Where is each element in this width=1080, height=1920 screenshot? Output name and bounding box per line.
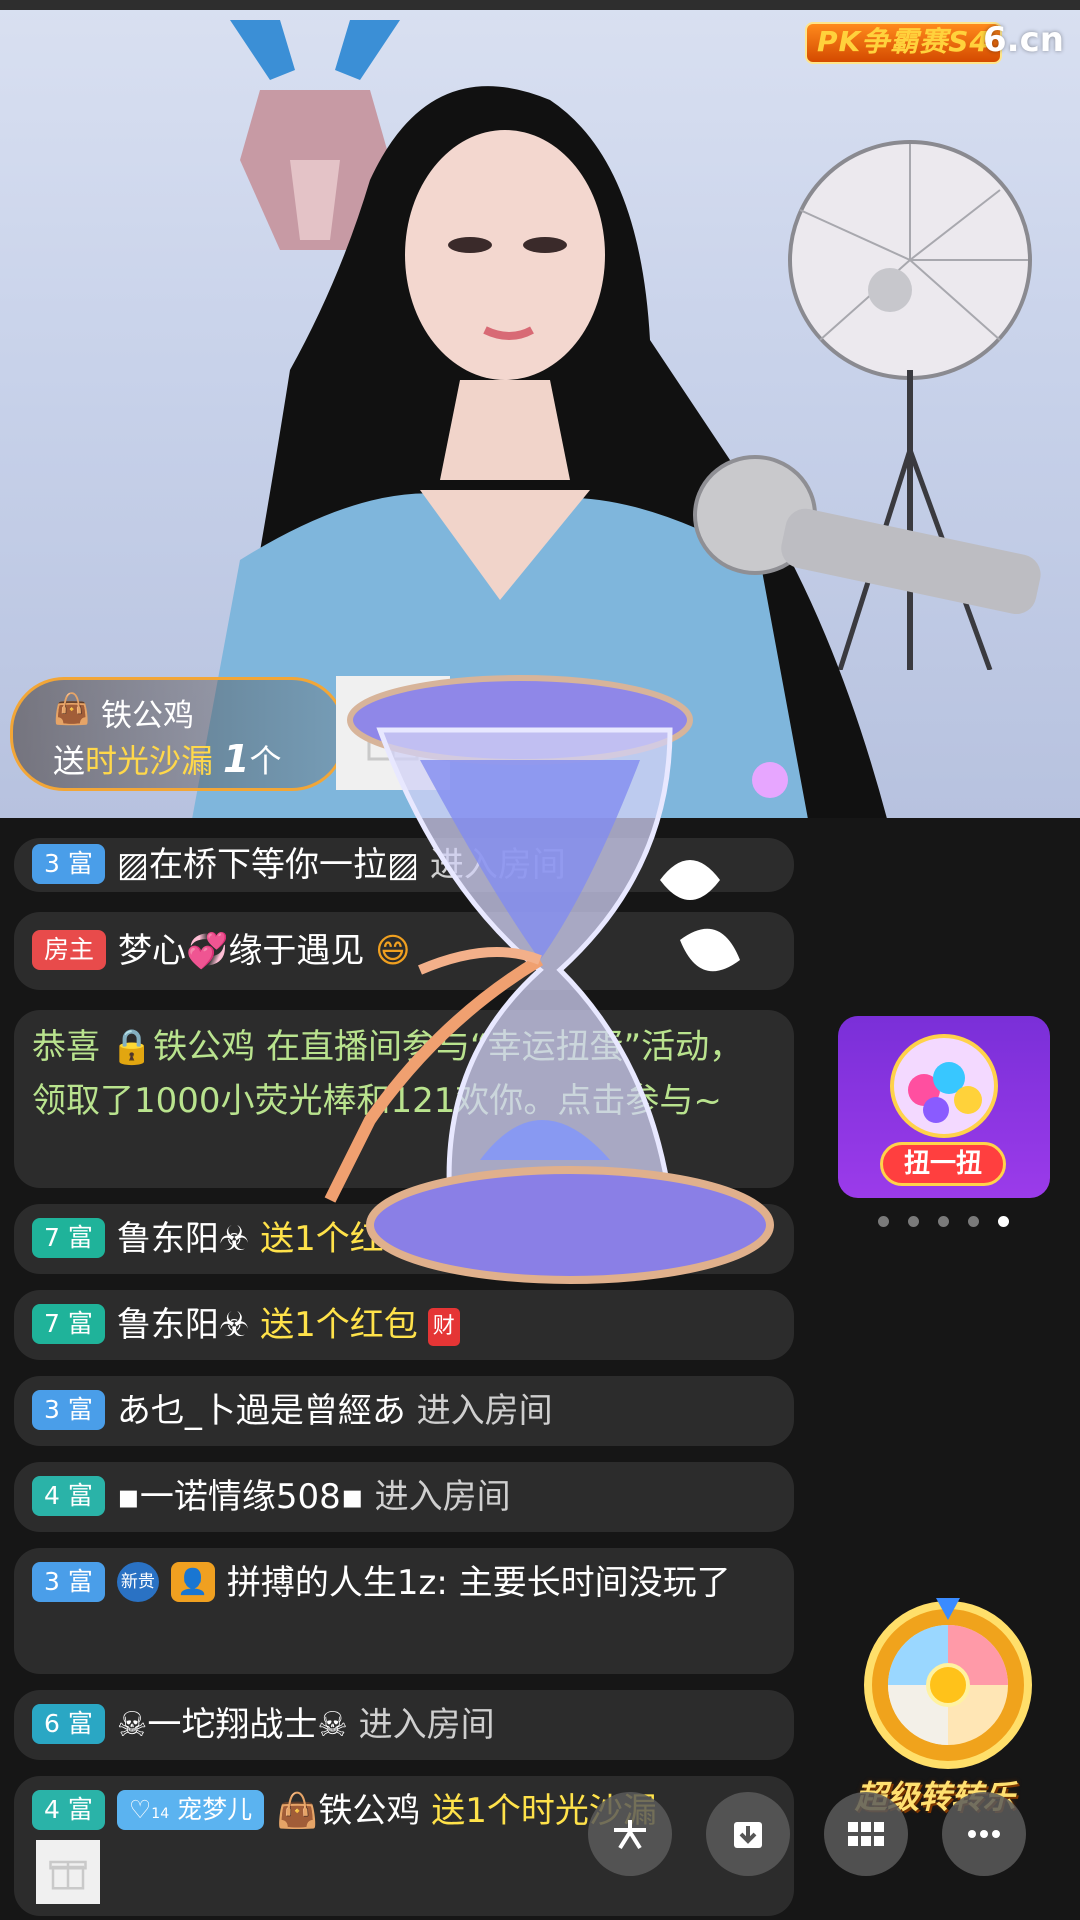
chat-username: あ乜_卜過是曾經あ	[116, 1391, 406, 1431]
chat-username: 鲁东阳☣	[116, 1219, 250, 1259]
chat-message[interactable]: 3 富 ▨在桥下等你一拉▨ 进入房间	[14, 838, 794, 892]
gift-name: 时光沙漏	[85, 742, 214, 780]
rich-level-badge: 7 富	[32, 1303, 105, 1344]
chat-message[interactable]: 7 富鲁东阳☣ 送1个红包财	[14, 1290, 794, 1360]
gacha-activity-banner[interactable]: 扭一扭	[838, 1016, 1050, 1198]
gift-notification: 👜 铁公鸡 送时光沙漏 1个	[10, 677, 346, 791]
chat-message[interactable]: 7 富鲁东阳☣ 送1个红包财	[14, 1204, 794, 1274]
download-icon	[734, 1822, 762, 1848]
gift-icon	[336, 676, 450, 790]
share-button[interactable]	[588, 1792, 672, 1876]
chat-username: 拼搏的人生1z:	[226, 1563, 448, 1603]
chat-username: ☠一坨翔战士☠	[116, 1705, 348, 1745]
apps-grid-button[interactable]	[824, 1792, 908, 1876]
gift-icon	[36, 1840, 100, 1904]
rich-level-badge: 4 富	[32, 1789, 105, 1830]
more-icon	[968, 1830, 1000, 1838]
microphone	[693, 455, 1041, 615]
share-icon	[614, 1820, 646, 1850]
rich-level-badge: 7 富	[32, 1217, 105, 1258]
more-button[interactable]	[942, 1792, 1026, 1876]
chat-message[interactable]: 4 富 ♡14 宠梦儿 👜铁公鸡 送1个时光沙漏	[14, 1776, 794, 1916]
rich-level-badge: 6 富	[32, 1703, 105, 1744]
pet-badge: ♡14 宠梦儿	[116, 1789, 265, 1830]
download-button[interactable]	[706, 1792, 790, 1876]
lock-icon: 👜	[53, 692, 91, 727]
live-video[interactable]: PK争霸赛S4 6.cn 👜 铁公鸡 送时光沙漏 1个	[0, 0, 1080, 818]
rich-level-badge: 3 富	[32, 1561, 105, 1602]
avatar-badge: 👤	[170, 1561, 215, 1602]
system-message[interactable]: 恭喜 🔒铁公鸡 在直播间参与“幸运扭蛋”活动，领取了1000小荧光棒和121欢你…	[14, 1010, 794, 1188]
new-vip-badge: 新贵	[116, 1561, 159, 1602]
rich-level-badge: 3 富	[32, 843, 105, 884]
red-packet-icon: 财	[427, 1221, 460, 1260]
chat-username: 梦心💞缘于遇见	[118, 931, 365, 971]
carousel-indicator	[878, 1212, 1028, 1231]
grid-icon	[848, 1822, 884, 1846]
lock-icon: 👜	[276, 1791, 319, 1831]
gift-count: 1	[223, 737, 250, 781]
site-logo: 6.cn	[983, 20, 1064, 60]
host-badge: 房主	[32, 929, 107, 970]
chat-username: 鲁东阳☣	[116, 1305, 250, 1345]
chat-message[interactable]: 4 富 ▪一诺情缘508▪ 进入房间	[14, 1462, 794, 1532]
event-logo: PK争霸赛S4	[805, 22, 1002, 64]
gift-sender: 铁公鸡	[101, 698, 194, 734]
chat-username: ▨在桥下等你一拉▨	[116, 845, 420, 885]
spin-gacha-button[interactable]: 扭一扭	[880, 1142, 1006, 1186]
chat-message[interactable]: 6 富 ☠一坨翔战士☠ 进入房间	[14, 1690, 794, 1760]
rich-level-badge: 4 富	[32, 1475, 105, 1516]
red-packet-icon: 财	[427, 1307, 460, 1346]
chat-message[interactable]: 房主 梦心💞缘于遇见 😄	[14, 912, 794, 990]
lucky-wheel-icon[interactable]	[858, 1590, 1038, 1770]
chat-message[interactable]: 3 富あ乜_卜過是曾經あ 进入房间	[14, 1376, 794, 1446]
status-strip	[0, 0, 1080, 10]
rich-level-badge: 3 富	[32, 1389, 105, 1430]
gacha-machine-icon	[890, 1034, 998, 1138]
chat-message[interactable]: 3 富新贵 👤 拼搏的人生1z: 主要长时间没玩了	[14, 1548, 794, 1674]
chat-username: ▪一诺情缘508▪	[116, 1477, 364, 1517]
emoji-icon: 😄	[375, 931, 411, 971]
chat-username: 铁公鸡	[318, 1791, 421, 1831]
